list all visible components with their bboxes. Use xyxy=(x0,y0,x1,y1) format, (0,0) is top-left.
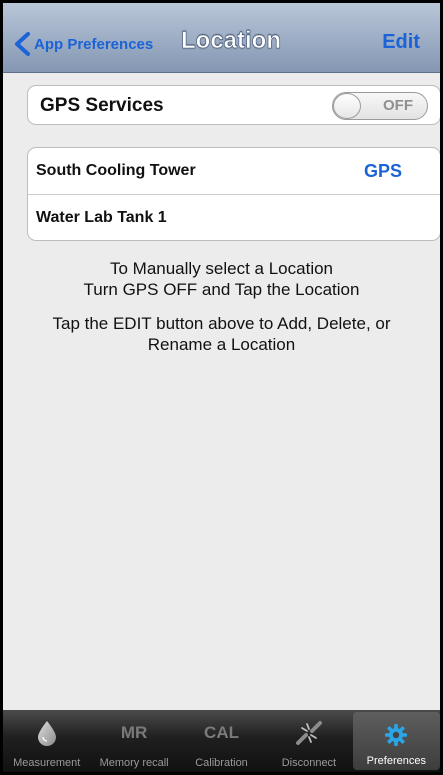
manual-select-instructions: To Manually select a Location Turn GPS O… xyxy=(3,258,440,300)
tab-calibration[interactable]: CAL Calibration xyxy=(178,710,265,772)
location-list: South Cooling Tower GPS Water Lab Tank 1 xyxy=(27,147,440,241)
back-button[interactable]: App Preferences xyxy=(13,31,153,57)
edit-button[interactable]: Edit xyxy=(382,31,420,54)
edit-instructions: Tap the EDIT button above to Add, Delete… xyxy=(3,313,440,355)
calibration-icon: CAL xyxy=(204,723,239,742)
gps-toggle-switch[interactable]: OFF xyxy=(332,92,428,120)
tab-bar: Measurement MR Memory recall CAL Calibra… xyxy=(3,710,440,772)
memory-recall-icon: MR xyxy=(120,723,148,742)
location-name: Water Lab Tank 1 xyxy=(36,209,167,226)
tab-preferences[interactable]: Preferences xyxy=(352,712,440,770)
toggle-knob xyxy=(333,93,361,119)
location-row-south-cooling-tower[interactable]: South Cooling Tower GPS xyxy=(28,148,440,194)
tab-label: Disconnect xyxy=(281,757,337,769)
navigation-bar: App Preferences Location Edit xyxy=(3,3,440,73)
back-button-label: App Preferences xyxy=(34,35,154,53)
info-line: Rename a Location xyxy=(147,335,296,354)
tab-label: Preferences xyxy=(366,755,426,767)
tab-measurement[interactable]: Measurement xyxy=(3,710,90,772)
info-line: To Manually select a Location xyxy=(109,259,334,278)
location-name: South Cooling Tower xyxy=(36,162,196,179)
tab-label: Measurement xyxy=(13,757,81,769)
gps-badge: GPS xyxy=(363,161,402,181)
info-line: Turn GPS OFF and Tap the Location xyxy=(83,280,360,299)
toggle-state-label: OFF xyxy=(383,97,413,114)
tab-label: Memory recall xyxy=(99,757,169,769)
phone-screen: App Preferences Location Edit GPS Servic… xyxy=(0,0,443,775)
tab-memory-recall[interactable]: MR Memory recall xyxy=(90,710,177,772)
disconnect-icon xyxy=(295,720,323,746)
info-line: Tap the EDIT button above to Add, Delete… xyxy=(52,314,391,333)
tab-disconnect[interactable]: Disconnect xyxy=(265,710,352,772)
gps-services-label: GPS Services xyxy=(40,95,164,116)
tab-label: Calibration xyxy=(195,757,248,769)
gps-services-row: GPS Services OFF xyxy=(27,85,440,125)
location-row-water-lab-tank-1[interactable]: Water Lab Tank 1 xyxy=(28,194,440,240)
gear-icon xyxy=(384,722,408,748)
page-title: Location xyxy=(181,27,282,55)
chevron-left-icon xyxy=(15,32,30,56)
water-drop-icon xyxy=(36,720,58,746)
